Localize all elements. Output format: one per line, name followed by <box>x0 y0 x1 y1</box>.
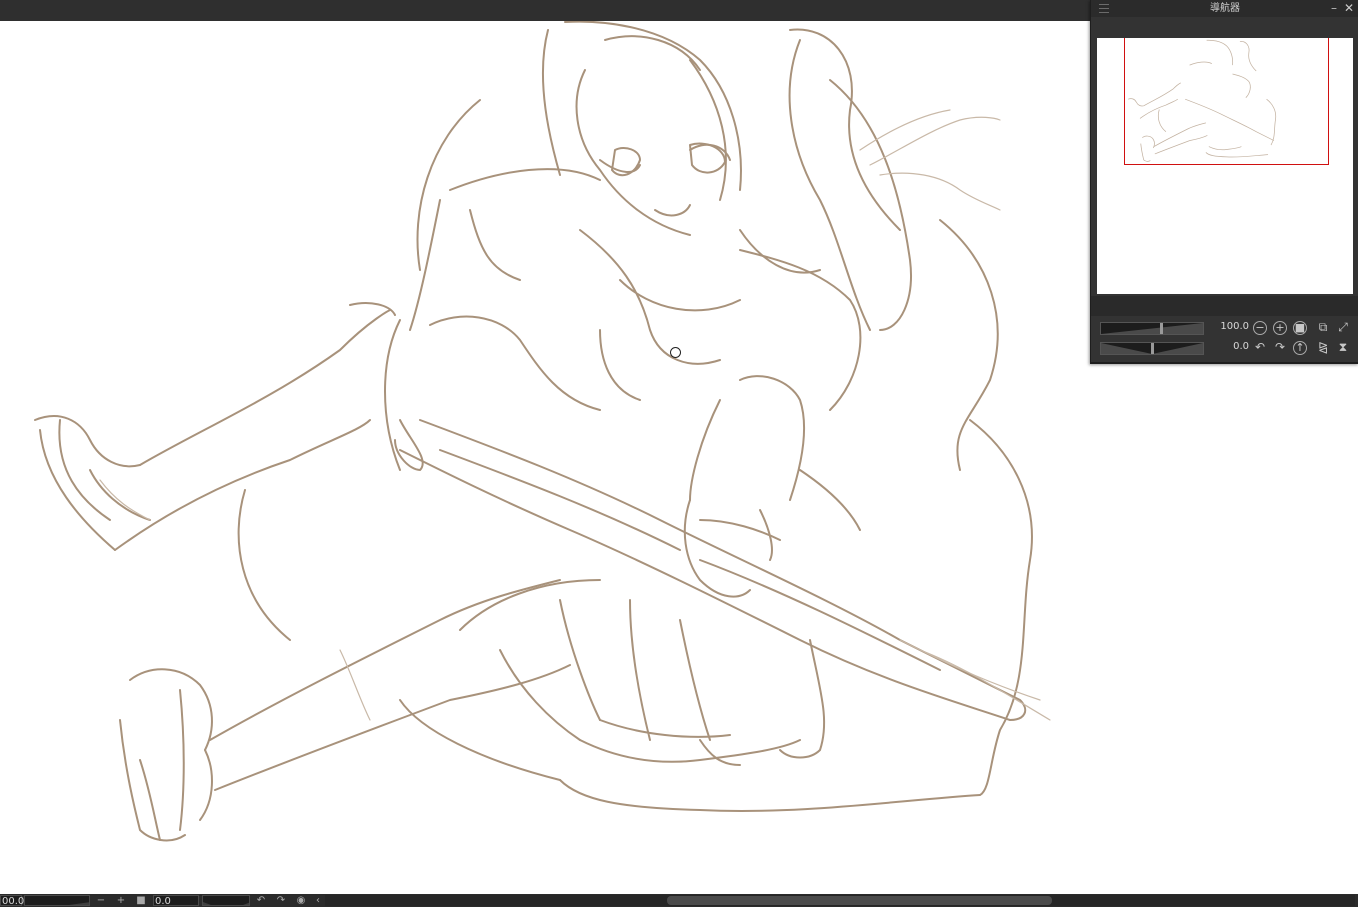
scroll-left-icon[interactable]: ‹ <box>312 894 324 907</box>
zoom-slider-thumb[interactable] <box>1160 323 1163 334</box>
zoom-value[interactable]: 100.0 <box>1209 320 1249 334</box>
rotation-value[interactable]: 0.0 <box>1209 340 1249 354</box>
actual-size-icon[interactable]: ■ <box>1293 321 1307 335</box>
flip-vertical-icon[interactable]: ⧗ <box>1336 340 1350 354</box>
status-reset-rotation-icon[interactable]: ◉ <box>295 894 307 907</box>
rotate-right-icon[interactable]: ↷ <box>1273 340 1287 354</box>
status-zoom-in-icon[interactable]: + <box>115 894 127 907</box>
flip-horizontal-icon[interactable]: ⧎ <box>1316 340 1330 354</box>
status-rotation-slider[interactable] <box>202 895 250 906</box>
rotation-slider-thumb[interactable] <box>1151 343 1154 354</box>
status-zoom-slider[interactable] <box>24 895 90 906</box>
navigator-title: 導航器 <box>1091 0 1358 17</box>
fit-to-window-icon[interactable]: ⧉ <box>1316 320 1330 334</box>
status-rotate-right-icon[interactable]: ↷ <box>275 894 287 907</box>
zoom-out-icon[interactable]: − <box>1253 321 1267 335</box>
navigator-separator <box>1091 296 1358 316</box>
status-actual-size-icon[interactable]: ■ <box>135 894 147 907</box>
status-rotate-left-icon[interactable]: ↶ <box>255 894 267 907</box>
status-rotation-value[interactable]: 0.0 <box>153 895 199 907</box>
navigator-preview[interactable] <box>1097 38 1353 294</box>
fit-screen-icon[interactable]: ⤢ <box>1336 320 1350 334</box>
reset-rotation-icon[interactable]: ↑ <box>1293 341 1307 355</box>
brush-cursor <box>670 347 681 358</box>
rotation-slider[interactable] <box>1100 342 1204 355</box>
viewport-frame[interactable] <box>1124 38 1329 165</box>
minimize-icon[interactable]: – <box>1328 1 1340 15</box>
rotate-left-icon[interactable]: ↶ <box>1253 340 1267 354</box>
panel-menu-icon[interactable] <box>1099 4 1109 13</box>
horizontal-scrollbar[interactable] <box>325 895 1355 906</box>
status-zoom-out-icon[interactable]: − <box>95 894 107 907</box>
zoom-slider[interactable] <box>1100 322 1204 335</box>
status-bar: 00.0 − + ■ 0.0 ↶ ↷ ◉ ‹ <box>0 894 1358 907</box>
scrollbar-thumb[interactable] <box>667 896 1052 905</box>
status-zoom-value[interactable]: 00.0 <box>0 895 24 907</box>
zoom-in-icon[interactable]: + <box>1273 321 1287 335</box>
close-icon[interactable]: ✕ <box>1343 1 1355 15</box>
navigator-panel: 導航器 – ✕ 100.0 − + ■ ⧉ ⤢ 0.0 ↶ ↷ ↑ ⧎ ⧗ <box>1090 0 1358 364</box>
